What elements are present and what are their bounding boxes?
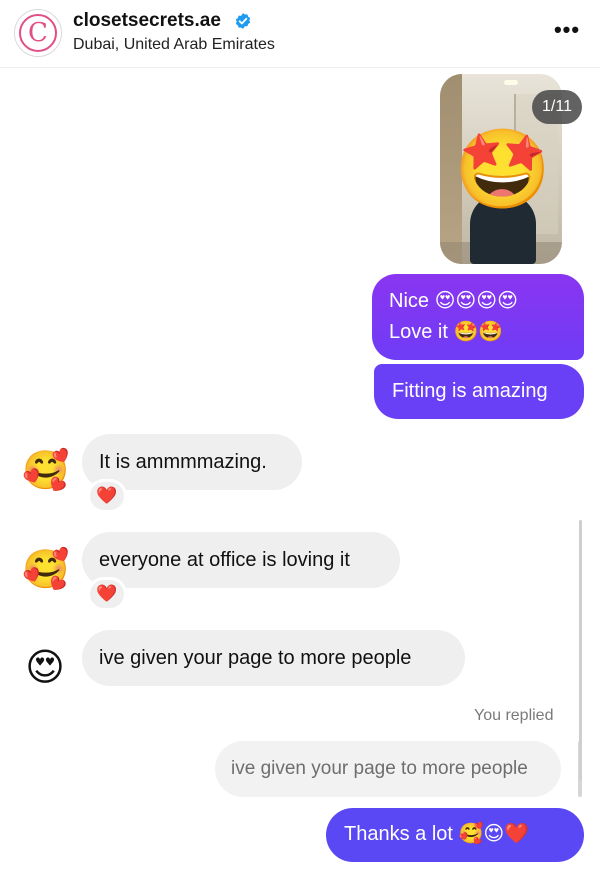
brand-logo: C [19, 14, 57, 52]
photo-ceiling-light [504, 80, 518, 85]
outgoing-message[interactable]: Nice 😍😍😍😍 Love it 🤩🤩 [372, 274, 584, 360]
brand-logo-letter: C [28, 18, 48, 48]
heart-reaction-icon[interactable]: ❤️ [87, 577, 127, 611]
quoted-message[interactable]: ive given your page to more people [215, 741, 561, 797]
more-options-icon[interactable]: ••• [552, 16, 582, 46]
incoming-message[interactable]: ive given your page to more people [82, 630, 465, 686]
reply-message[interactable]: Thanks a lot 🥰😍❤️ [326, 808, 584, 862]
account-name[interactable]: closetsecrets.ae [73, 10, 221, 32]
heart-reaction-icon[interactable]: ❤️ [87, 479, 127, 513]
outgoing-message[interactable]: Fitting is amazing [374, 364, 584, 419]
message-text-line: Nice 😍😍😍😍 [389, 290, 518, 312]
chat-header: C closetsecrets.ae Dubai, United Arab Em… [0, 0, 600, 68]
incoming-message[interactable]: everyone at office is loving it [82, 532, 400, 588]
verified-badge-icon [235, 13, 251, 29]
sender-avatar-emoji: 🥰 [22, 547, 70, 591]
photo-count-badge: 1/11 [532, 90, 582, 124]
you-replied-label: You replied [474, 707, 554, 724]
scrollbar[interactable] [579, 520, 582, 780]
message-text-line: Love it 🤩🤩 [389, 321, 504, 343]
face-sticker-emoji: 🤩 [454, 125, 552, 215]
profile-avatar[interactable]: C [14, 9, 62, 57]
sender-avatar-emoji: 🥰 [22, 448, 70, 492]
account-location: Dubai, United Arab Emirates [73, 36, 275, 53]
sender-avatar-emoji: 😍 [25, 645, 65, 689]
